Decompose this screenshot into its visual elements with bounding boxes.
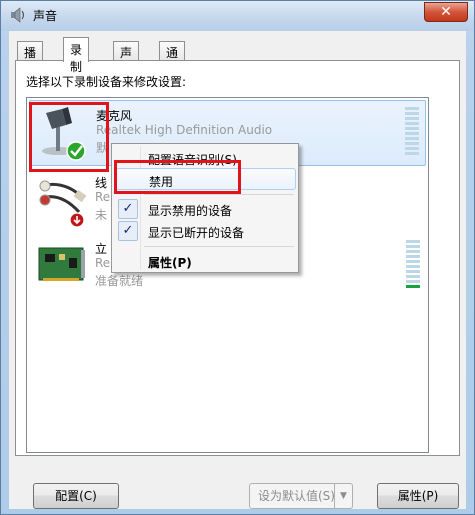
menu-label: 属性(P) [148,256,192,270]
button-label: 配置(C) [55,489,97,503]
close-button[interactable]: ✕ [424,2,468,22]
level-meter [406,240,420,288]
tab-playback[interactable]: 播放 [17,41,44,77]
device-description: Re [95,190,111,204]
instruction-text: 选择以下录制设备来修改设置: [26,75,187,89]
button-label: 设为默认值(S) [258,489,335,503]
checkmark-icon: ✓ [118,199,138,219]
level-meter [405,107,419,155]
close-icon: ✕ [440,4,452,20]
configure-button[interactable]: 配置(C) [33,483,119,509]
tab-recording[interactable]: 录制 [63,37,90,74]
speaker-icon [11,7,25,23]
chevron-down-icon[interactable]: ▼ [334,484,352,508]
tab-communications[interactable]: 通信 [159,41,186,77]
device-name: 线 [95,176,108,190]
menu-item-show-disabled[interactable]: ✓ 显示禁用的设备 [114,198,296,220]
title-bar[interactable]: 声音 ✕ [1,1,474,31]
device-status: 准备就绪 [95,274,144,288]
menu-item-show-disconnected[interactable]: ✓ 显示已断开的设备 [114,220,296,242]
window-title: 声音 [33,9,58,23]
tab-label: 录制 [70,43,83,74]
button-label: 属性(P) [397,489,439,503]
menu-separator [144,246,294,247]
device-description: Realtek High Definition Audio [96,123,273,137]
set-default-button[interactable]: 设为默认值(S) ▼ [249,483,353,509]
properties-button[interactable]: 属性(P) [377,483,459,509]
device-description: Re [95,256,111,270]
highlight-box-microphone [29,102,109,172]
highlight-box-disable [114,160,241,194]
line-in-jack-icon [39,180,87,228]
tab-sounds[interactable]: 声音 [113,41,140,77]
checkmark-icon: ✓ [118,221,138,241]
device-status: 未 [95,208,108,222]
menu-separator [144,194,294,195]
menu-label: 显示禁用的设备 [148,204,233,218]
menu-item-properties[interactable]: 属性(P) [114,250,296,272]
device-name: 立 [95,242,108,256]
sound-card-icon [38,247,85,281]
menu-label: 显示已断开的设备 [148,226,245,240]
sound-dialog: 声音 ✕ 播放 录制 声音 通信 选择以下录制设备来修改设置: [0,0,475,515]
